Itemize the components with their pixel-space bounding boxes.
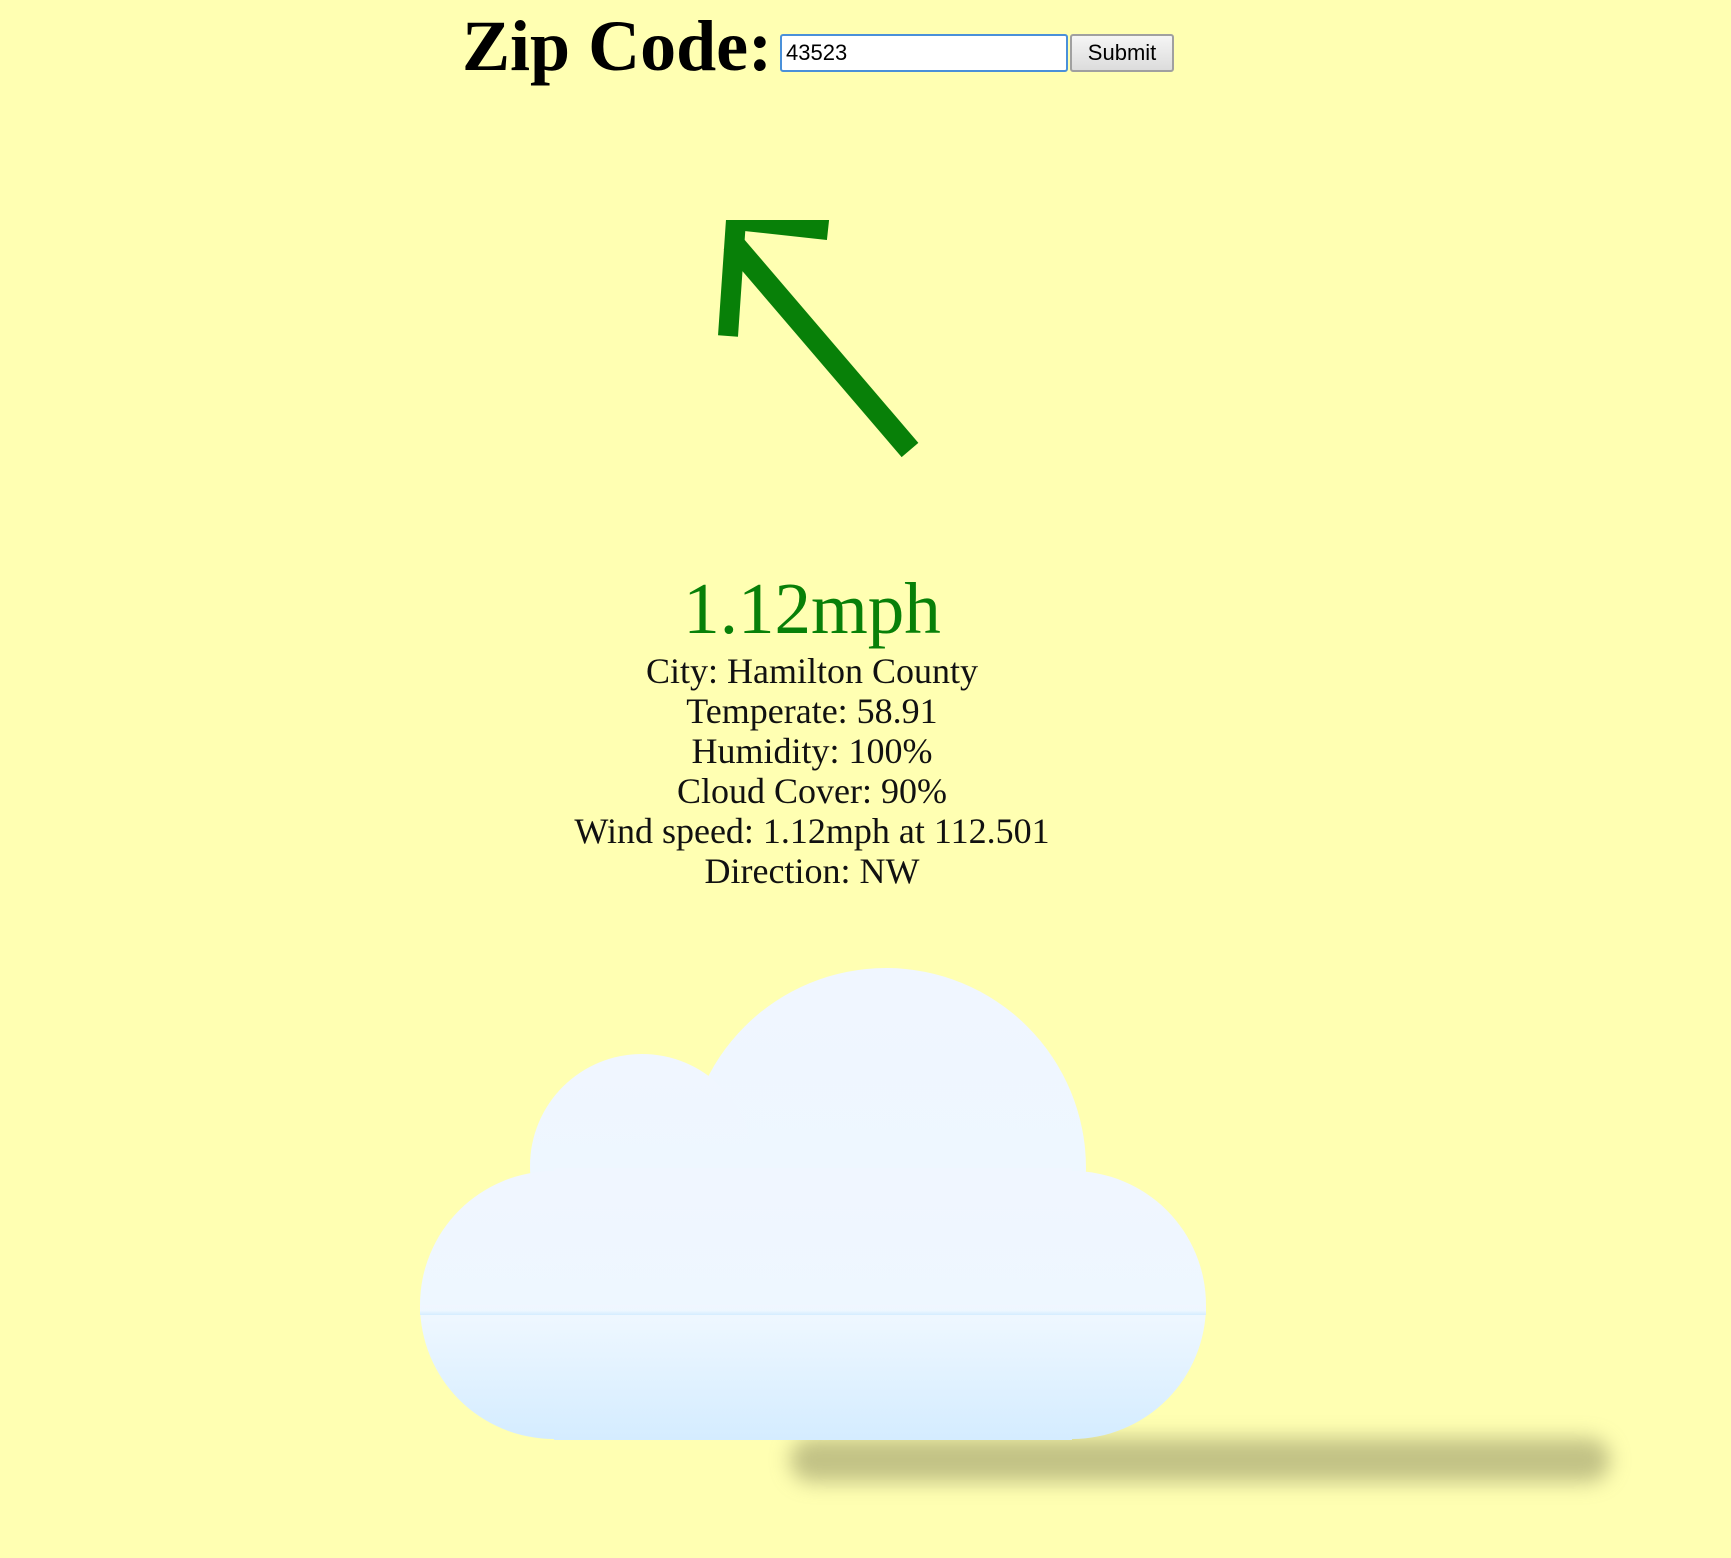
zip-code-label: Zip Code: — [462, 6, 773, 86]
temperature-text: Temperate: 58.91 — [686, 691, 938, 731]
wind-speed-text: Wind speed: 1.12mph at 112.501 — [574, 811, 1050, 851]
wind-speed-display: 1.12mph — [683, 568, 941, 649]
submit-button[interactable]: Submit — [1070, 34, 1175, 72]
city-text: City: Hamilton County — [645, 651, 978, 691]
direction-text: Direction: NW — [704, 851, 920, 891]
wind-direction-arrow-icon — [718, 220, 919, 458]
zip-form: Zip Code: Submit — [462, 4, 1175, 88]
cloud-icon — [420, 968, 1206, 1440]
cloud-shadow — [790, 1438, 1610, 1482]
humidity-text: Humidity: 100% — [691, 731, 933, 771]
cloud-cover-text: Cloud Cover: 90% — [677, 771, 947, 811]
weather-info: 1.12mph City: Hamilton County Temperate:… — [0, 572, 1624, 891]
zip-code-input[interactable] — [780, 34, 1069, 72]
